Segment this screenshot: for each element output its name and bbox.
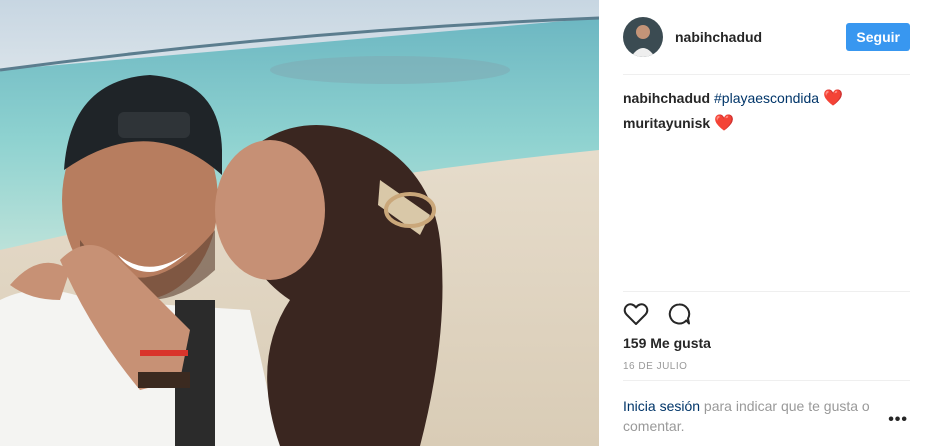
comment-icon[interactable]: [667, 302, 691, 331]
likes-count[interactable]: 159 Me gusta: [623, 335, 711, 351]
heart-emoji: ❤️: [823, 90, 843, 107]
hashtag-link[interactable]: #playaescondida: [714, 90, 819, 106]
comment-caption: nabihchadud #playaescondida ❤️: [623, 86, 910, 111]
comment-item: muritayunisk ❤️: [623, 111, 910, 136]
more-options-icon[interactable]: •••: [888, 411, 908, 429]
login-prompt: Inicia sesión para indicar que te gusta …: [623, 396, 883, 436]
avatar[interactable]: [623, 17, 663, 57]
post-date: 16 DE JULIO: [623, 361, 688, 372]
actions-divider: [623, 291, 910, 292]
header-divider: [623, 74, 910, 75]
comment-user[interactable]: nabihchadud: [623, 90, 710, 106]
follow-button[interactable]: Seguir: [846, 23, 910, 51]
post-header: nabihchadud Seguir: [623, 17, 910, 57]
comments-list: nabihchadud #playaescondida ❤️ muritayun…: [623, 86, 910, 136]
post-actions: [623, 302, 691, 331]
post-photo[interactable]: [0, 0, 599, 446]
beach-selfie-image: [0, 0, 599, 446]
comment-user[interactable]: muritayunisk: [623, 115, 710, 131]
heart-emoji: ❤️: [714, 115, 734, 132]
post-username[interactable]: nabihchadud: [675, 29, 762, 45]
login-divider: [623, 380, 910, 381]
login-link[interactable]: Inicia sesión: [623, 398, 700, 414]
heart-outline-icon[interactable]: [623, 302, 649, 331]
post-side-panel: nabihchadud Seguir nabihchadud #playaesc…: [599, 0, 930, 446]
